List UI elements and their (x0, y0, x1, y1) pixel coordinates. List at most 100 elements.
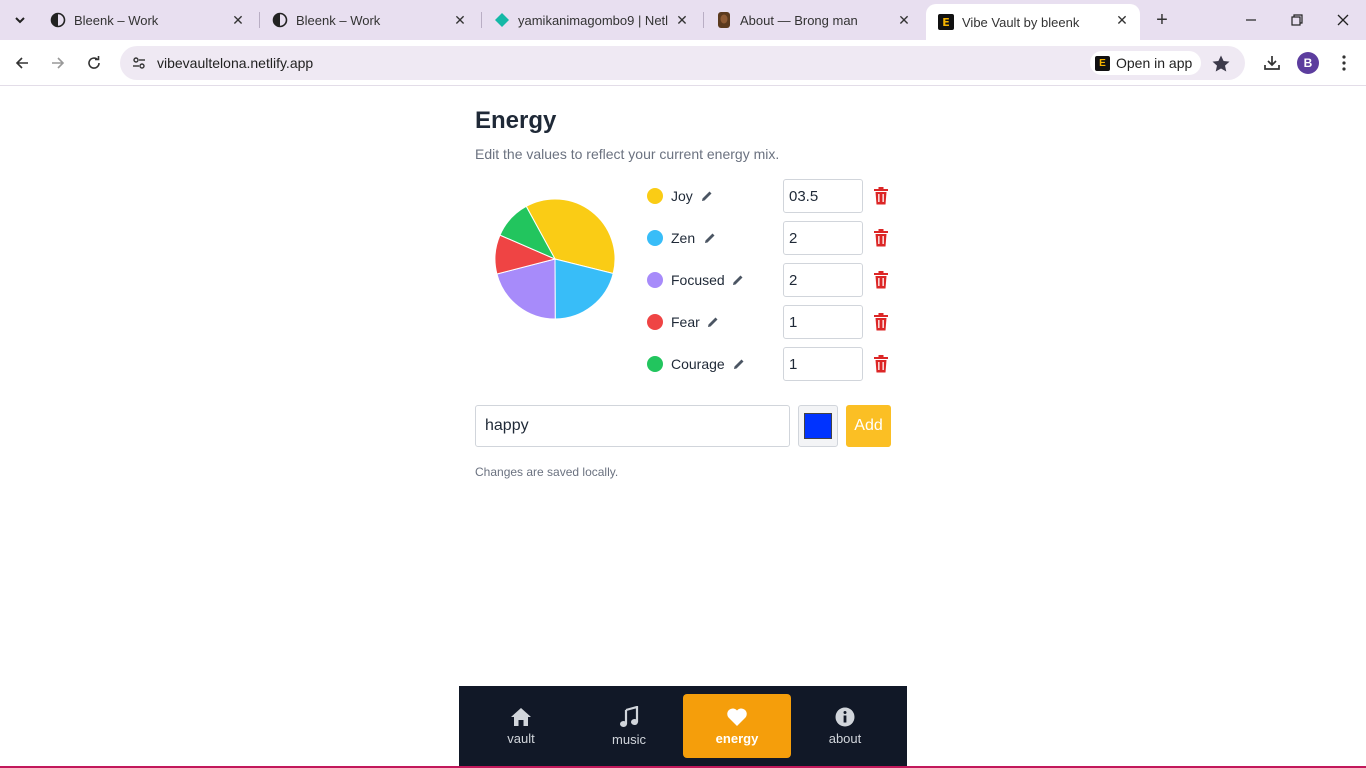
pencil-icon[interactable] (700, 189, 714, 203)
color-dot (647, 356, 663, 372)
close-icon (1337, 14, 1349, 26)
nav-music[interactable]: music (575, 694, 683, 758)
tab-title: Bleenk – Work (296, 12, 381, 28)
arrow-right-icon (52, 57, 65, 69)
trash-icon[interactable] (873, 313, 889, 331)
browser-tab-2[interactable]: Bleenk – Work ✕ (260, 0, 478, 40)
close-icon[interactable]: ✕ (452, 12, 468, 28)
save-note: Changes are saved locally. (475, 465, 619, 479)
trash-icon[interactable] (873, 187, 889, 205)
emotion-row-fear: Fear (647, 305, 897, 339)
nav-about[interactable]: about (791, 694, 899, 758)
color-picker[interactable] (798, 405, 838, 447)
bottom-nav: vault music energy about (459, 686, 907, 766)
trash-icon[interactable] (873, 355, 889, 373)
pencil-icon[interactable] (731, 273, 745, 287)
profile-avatar[interactable]: B (1297, 52, 1319, 74)
color-dot (647, 314, 663, 330)
nav-label: vault (507, 730, 535, 746)
emotion-label: Joy (671, 188, 693, 204)
open-in-app-button[interactable]: E Open in app (1090, 51, 1202, 75)
nav-label: energy (715, 730, 759, 746)
emotion-row-zen: Zen (647, 221, 897, 255)
color-dot (647, 230, 663, 246)
page-title: Energy (475, 107, 557, 134)
star-icon[interactable] (1211, 54, 1231, 74)
color-dot (647, 188, 663, 204)
pencil-icon[interactable] (703, 231, 717, 245)
downloads-button[interactable] (1258, 49, 1286, 77)
half-circle-icon (272, 12, 288, 28)
restore-button[interactable] (1274, 0, 1320, 40)
music-note-icon (620, 705, 639, 727)
browser-menu-button[interactable] (1330, 49, 1358, 77)
close-icon[interactable]: ✕ (230, 12, 246, 28)
emotion-label: Fear (671, 314, 700, 330)
browser-tab-bar: Bleenk – Work ✕ Bleenk – Work ✕ yamikani… (0, 0, 1366, 40)
home-icon (511, 707, 531, 726)
energy-pie-chart (494, 198, 616, 320)
reload-icon (88, 56, 100, 69)
browser-tab-active[interactable]: E Vibe Vault by bleenk ✕ (926, 4, 1140, 40)
browser-tab-4[interactable]: About — Brong man ✕ (704, 0, 922, 40)
half-circle-icon (50, 12, 66, 28)
reload-button[interactable] (80, 49, 108, 77)
new-emotion-input[interactable] (475, 405, 790, 447)
chevron-down-icon (15, 17, 25, 24)
browser-toolbar: vibevaultelona.netlify.app E Open in app (0, 40, 1366, 86)
browser-tab-1[interactable]: Bleenk – Work ✕ (38, 0, 256, 40)
color-swatch (804, 413, 832, 439)
emotion-value-input[interactable] (783, 347, 863, 381)
trash-icon[interactable] (873, 229, 889, 247)
new-tab-button[interactable]: + (1150, 8, 1174, 32)
nav-label: music (612, 731, 646, 747)
nav-label: about (828, 730, 862, 746)
tab-search-button[interactable] (6, 7, 34, 33)
plus-icon: + (1156, 8, 1168, 31)
emotion-value-input[interactable] (783, 305, 863, 339)
trash-icon[interactable] (873, 271, 889, 289)
url-text: vibevaultelona.netlify.app (157, 55, 314, 71)
browser-tab-3[interactable]: yamikanimagombo9 | Netlify ✕ (482, 0, 700, 40)
close-icon[interactable]: ✕ (1114, 12, 1130, 28)
netlify-diamond-icon (494, 12, 510, 28)
emotion-row-courage: Courage (647, 347, 897, 381)
add-emotion-button[interactable]: Add (846, 405, 891, 447)
nav-vault[interactable]: vault (467, 694, 575, 758)
tab-title: yamikanimagombo9 | Netlify (518, 12, 668, 28)
page-viewport: Energy Edit the values to reflect your c… (0, 87, 1366, 768)
emotion-label: Focused (671, 272, 725, 288)
site-settings-icon[interactable] (130, 54, 148, 72)
vibe-vault-e-icon: E (1095, 55, 1110, 71)
nav-energy[interactable]: energy (683, 694, 791, 758)
tab-title: About — Brong man (740, 12, 858, 28)
color-dot (647, 272, 663, 288)
emotion-label: Zen (671, 230, 696, 246)
close-window-button[interactable] (1320, 0, 1366, 40)
avatar-icon (716, 12, 732, 28)
close-icon[interactable]: ✕ (674, 12, 690, 28)
svg-text:E: E (942, 16, 950, 29)
pencil-icon[interactable] (706, 315, 720, 329)
address-bar[interactable]: vibevaultelona.netlify.app E Open in app (120, 46, 1245, 80)
emotion-row-joy: Joy (647, 179, 897, 213)
open-in-app-label: Open in app (1116, 55, 1193, 71)
emotion-value-input[interactable] (783, 263, 863, 297)
vibe-vault-e-icon: E (938, 14, 954, 30)
back-button[interactable] (8, 49, 36, 77)
arrow-left-icon (15, 57, 28, 69)
minimize-icon (1246, 19, 1256, 21)
heart-icon (727, 707, 747, 726)
restore-icon (1291, 14, 1303, 26)
forward-button[interactable] (44, 49, 72, 77)
tab-title: Vibe Vault by bleenk (962, 14, 1080, 30)
emotion-row-focused: Focused (647, 263, 897, 297)
download-icon (1264, 56, 1280, 70)
emotion-value-input[interactable] (783, 179, 863, 213)
minimize-button[interactable] (1228, 0, 1274, 40)
close-icon[interactable]: ✕ (896, 12, 912, 28)
emotion-value-input[interactable] (783, 221, 863, 255)
page-subtitle: Edit the values to reflect your current … (475, 146, 780, 162)
pencil-icon[interactable] (732, 357, 746, 371)
tab-title: Bleenk – Work (74, 12, 159, 28)
